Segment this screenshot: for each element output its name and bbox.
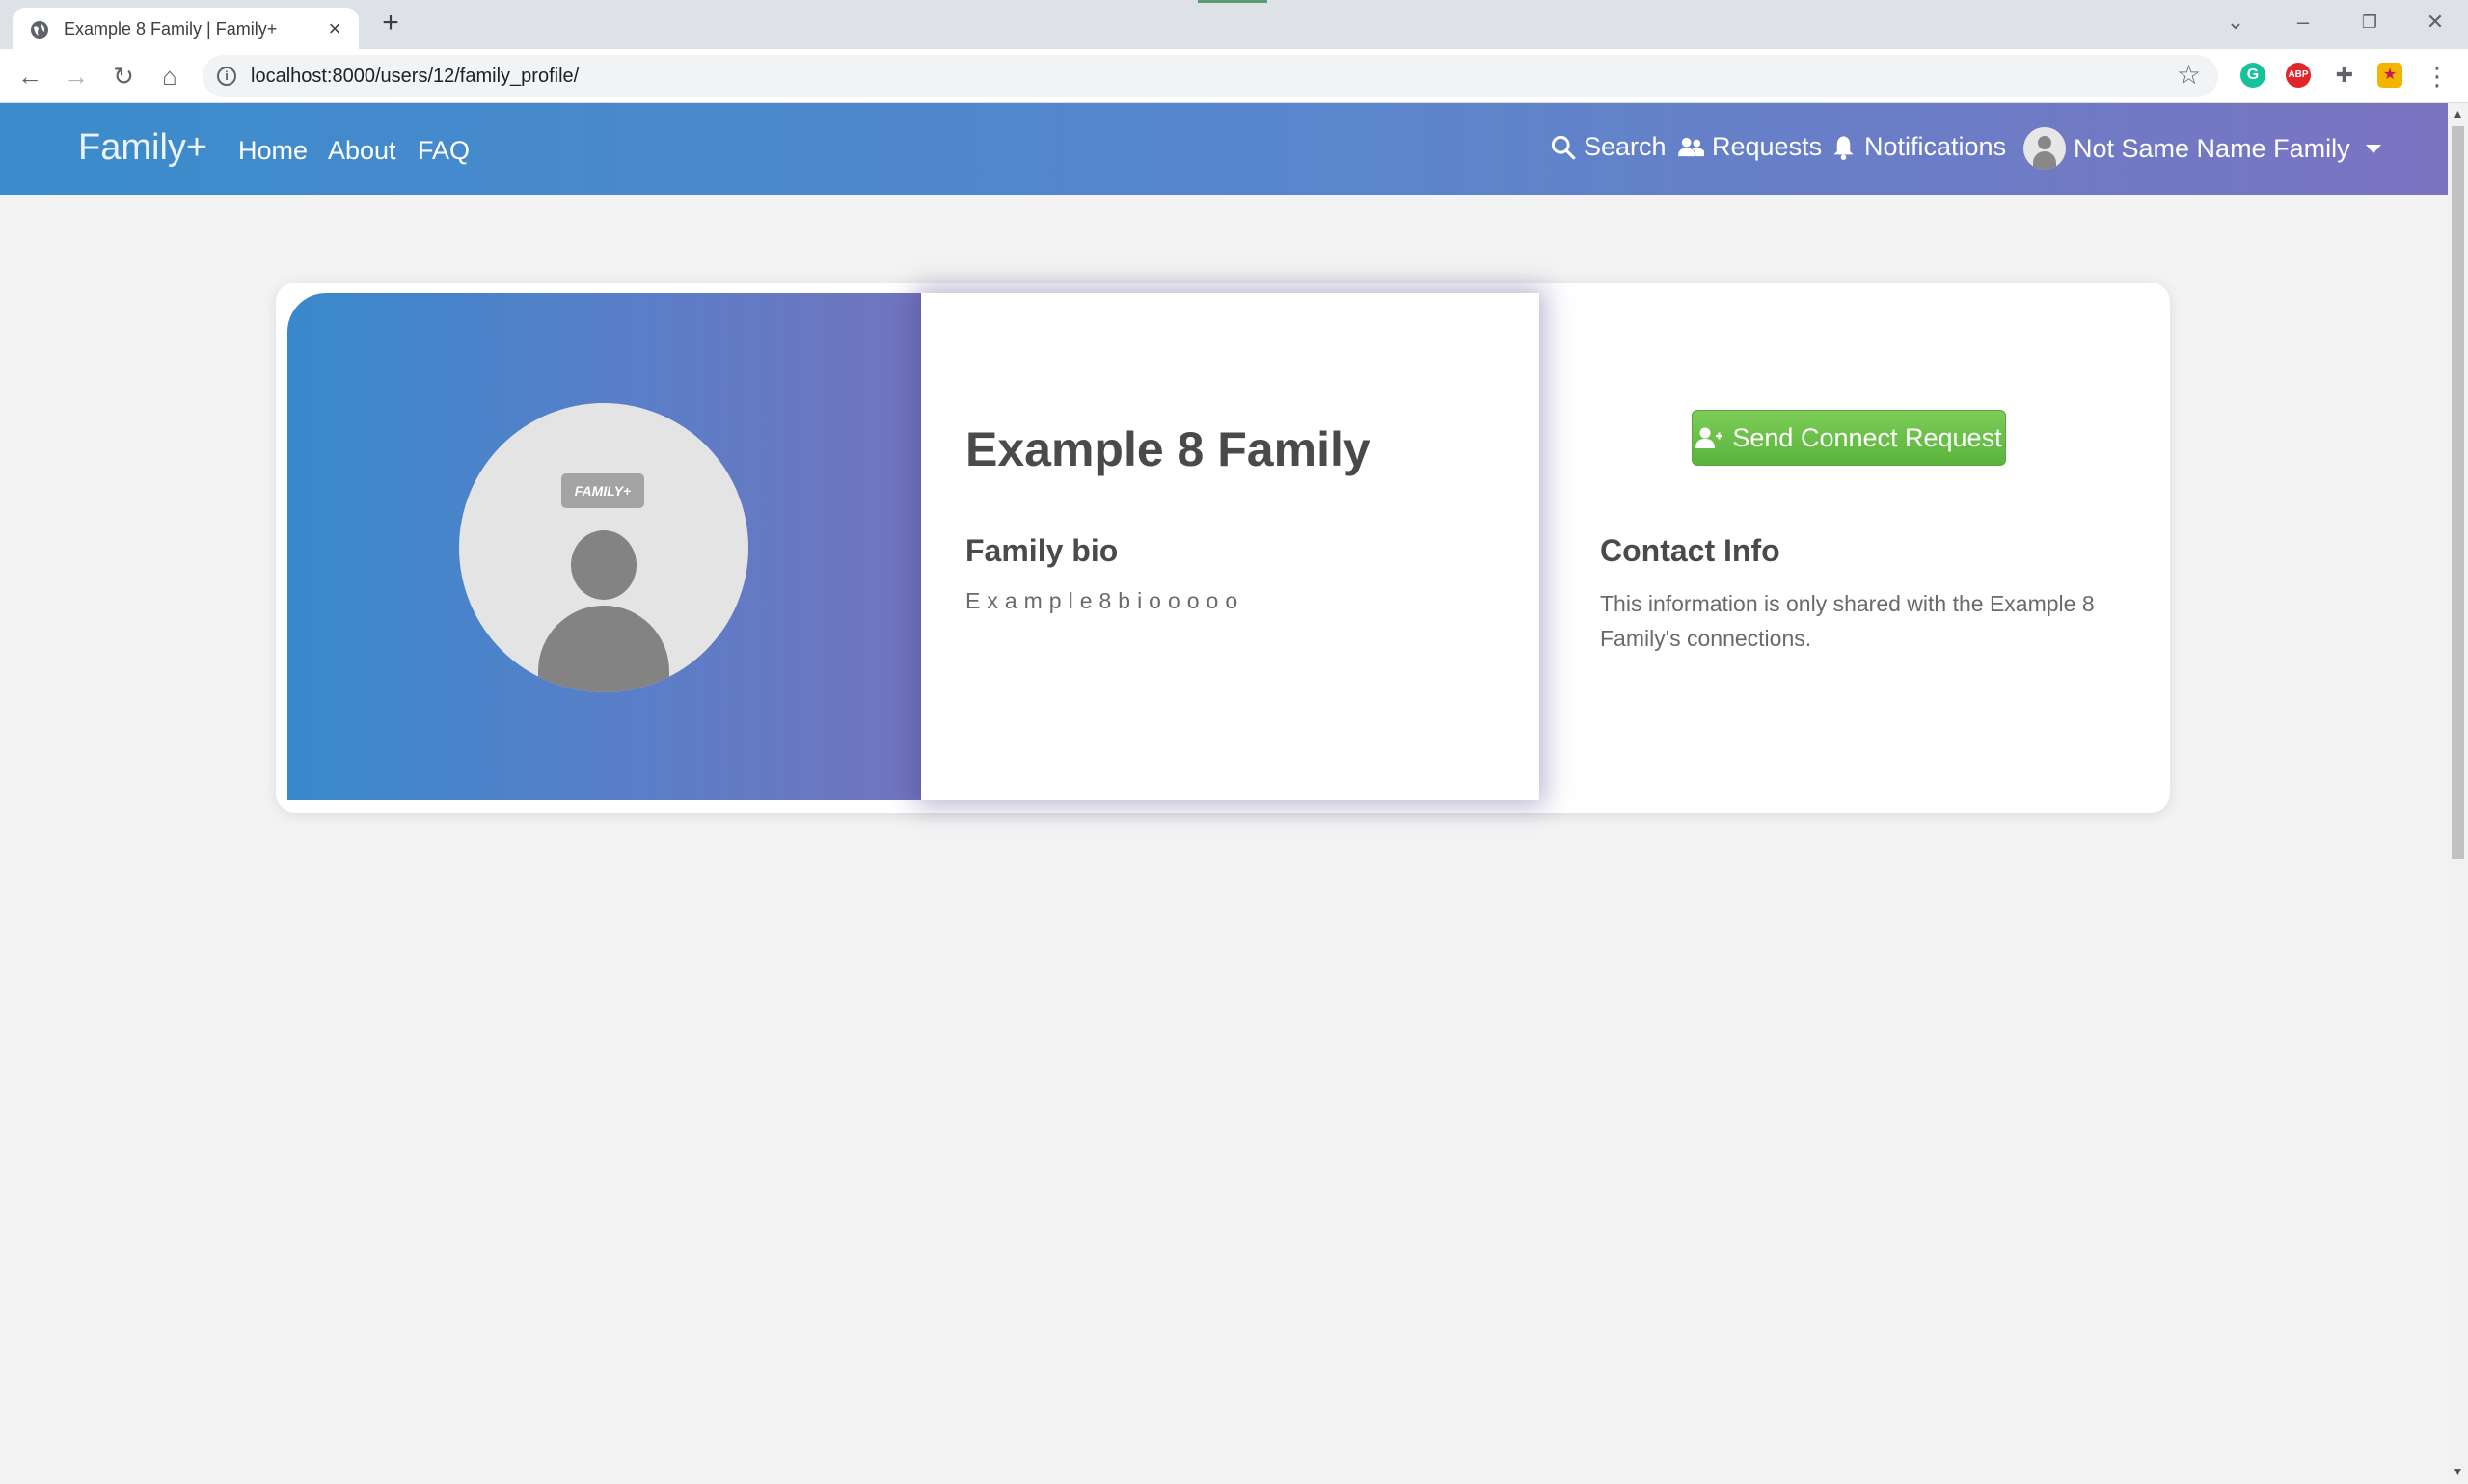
url-text[interactable]: localhost:8000/users/12/family_profile/: [251, 66, 579, 88]
user-menu-dropdown[interactable]: Not Same Name Family: [2023, 127, 2381, 170]
scroll-thumb[interactable]: [2452, 126, 2464, 859]
minimize-icon[interactable]: –: [2289, 8, 2318, 37]
user-plus-icon: [1695, 427, 1723, 448]
new-tab-plus-icon[interactable]: +: [376, 9, 405, 39]
send-connect-request-button[interactable]: Send Connect Request: [1692, 410, 2006, 466]
user-menu-label: Not Same Name Family: [2074, 133, 2350, 163]
scroll-down-arrow-icon[interactable]: ▼: [2452, 1465, 2464, 1478]
page-title: Example 8 Family: [965, 422, 1370, 476]
tab-search-chevron-icon[interactable]: ⌄: [2221, 8, 2250, 37]
avatar-body: [538, 606, 669, 692]
nav-link-home[interactable]: Home: [238, 136, 308, 166]
nav-notifications[interactable]: Notifications: [1831, 132, 2006, 162]
reload-icon[interactable]: ↻: [109, 62, 138, 91]
address-bar[interactable]: i localhost:8000/users/12/family_profile…: [203, 55, 2218, 97]
send-connect-request-label: Send Connect Request: [1732, 422, 2002, 452]
close-icon[interactable]: ×: [324, 18, 345, 40]
page-scrollbar[interactable]: ▲ ▼: [2448, 103, 2468, 1484]
tab-title: Example 8 Family | Family+: [64, 19, 278, 39]
bell-icon: [1833, 136, 1854, 160]
restore-icon[interactable]: ❐: [2355, 8, 2384, 37]
family-plus-logo: FAMILY+: [561, 473, 644, 508]
window-close-icon[interactable]: ✕: [2421, 8, 2450, 37]
nav-link-about[interactable]: About: [328, 136, 396, 166]
profile-extension-icon[interactable]: ★: [2377, 63, 2402, 88]
browser-menu-icon[interactable]: ⋮: [2423, 62, 2452, 91]
nav-requests[interactable]: Requests: [1678, 132, 1822, 162]
grammarly-icon[interactable]: G: [2240, 63, 2265, 88]
brand-logo[interactable]: Family+: [78, 127, 207, 169]
browser-tab[interactable]: Example 8 Family | Family+ ×: [13, 8, 359, 49]
forward-arrow-icon[interactable]: →: [62, 62, 91, 91]
family-avatar: FAMILY+: [459, 403, 748, 692]
adblock-icon[interactable]: ABP: [2286, 63, 2311, 88]
avatar: [2023, 127, 2066, 170]
tab-activity-indicator: [1198, 0, 1267, 3]
avatar-head: [571, 530, 637, 600]
home-icon[interactable]: ⌂: [155, 62, 184, 91]
contact-info-heading: Contact Info: [1600, 533, 1780, 568]
browser-toolbar: ← → ↻ ⌂ i localhost:8000/users/12/family…: [0, 49, 2468, 103]
nav-search[interactable]: Search: [1550, 132, 1667, 162]
contact-info-text: This information is only shared with the…: [1600, 591, 2095, 651]
site-navbar: Family+ Home About FAQ Search Requests N…: [0, 103, 2448, 195]
back-arrow-icon[interactable]: ←: [15, 62, 44, 91]
bookmark-star-icon[interactable]: ☆: [2177, 61, 2201, 90]
bio-text: Example8biooooo: [965, 588, 1245, 613]
nav-requests-label: Requests: [1712, 132, 1823, 161]
browser-tab-strip: Example 8 Family | Family+ × + ⌄ – ❐ ✕: [0, 0, 2468, 49]
caret-down-icon: [2365, 144, 2381, 153]
scroll-up-arrow-icon[interactable]: ▲: [2452, 107, 2464, 121]
profile-info-panel: Example 8 Family Family bio Example8bioo…: [921, 293, 1539, 800]
puzzle-icon[interactable]: ✚: [2332, 63, 2357, 88]
bio-heading: Family bio: [965, 533, 1119, 568]
site-info-icon[interactable]: i: [217, 67, 236, 86]
nav-notifications-label: Notifications: [1864, 132, 2007, 161]
search-icon: [1551, 135, 1576, 160]
nav-link-faq[interactable]: FAQ: [418, 136, 470, 166]
users-icon: [1678, 137, 1704, 157]
globe-icon: [31, 21, 48, 39]
nav-search-label: Search: [1584, 132, 1667, 161]
